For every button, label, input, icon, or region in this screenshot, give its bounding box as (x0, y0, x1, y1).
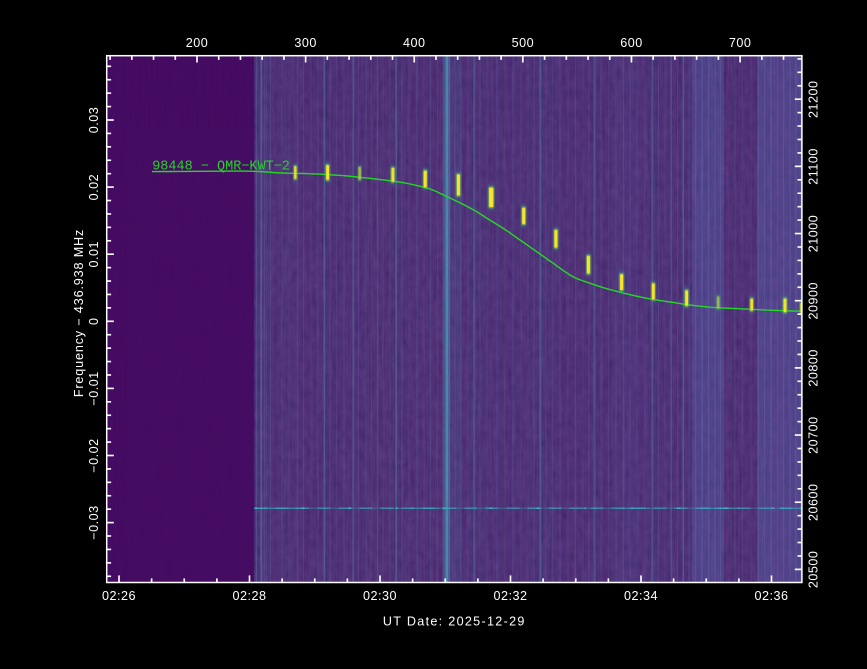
svg-text:02:36: 02:36 (754, 589, 788, 603)
svg-text:21000: 21000 (807, 215, 821, 253)
svg-text:500: 500 (512, 36, 535, 50)
svg-text:200: 200 (186, 36, 209, 50)
svg-text:21200: 21200 (807, 80, 821, 118)
svg-text:02:30: 02:30 (363, 589, 397, 603)
svg-text:−0.01: −0.01 (87, 371, 101, 405)
svg-text:400: 400 (403, 36, 426, 50)
svg-text:−0.03: −0.03 (87, 505, 101, 539)
svg-text:20700: 20700 (807, 416, 821, 454)
svg-text:02:34: 02:34 (624, 589, 658, 603)
svg-text:20500: 20500 (807, 551, 821, 589)
svg-text:0.01: 0.01 (87, 241, 101, 268)
svg-text:20600: 20600 (807, 483, 821, 521)
svg-text:98448 − QMR−KWT−2: 98448 − QMR−KWT−2 (152, 160, 290, 175)
svg-text:21100: 21100 (807, 148, 821, 185)
svg-text:02:32: 02:32 (493, 589, 527, 603)
svg-text:20800: 20800 (807, 349, 821, 387)
svg-text:0.03: 0.03 (87, 107, 101, 134)
svg-text:UT Date: 2025-12-29: UT Date: 2025-12-29 (383, 615, 526, 629)
svg-text:−0.02: −0.02 (87, 438, 101, 472)
svg-text:02:28: 02:28 (232, 589, 266, 603)
svg-text:0.02: 0.02 (87, 174, 101, 201)
svg-text:Frequency − 436.938 MHz: Frequency − 436.938 MHz (72, 229, 86, 397)
svg-text:02:26: 02:26 (102, 589, 136, 603)
svg-text:300: 300 (294, 36, 317, 50)
svg-text:20900: 20900 (807, 282, 821, 320)
svg-text:0: 0 (87, 318, 101, 326)
svg-text:700: 700 (729, 36, 752, 50)
svg-text:600: 600 (620, 36, 643, 50)
